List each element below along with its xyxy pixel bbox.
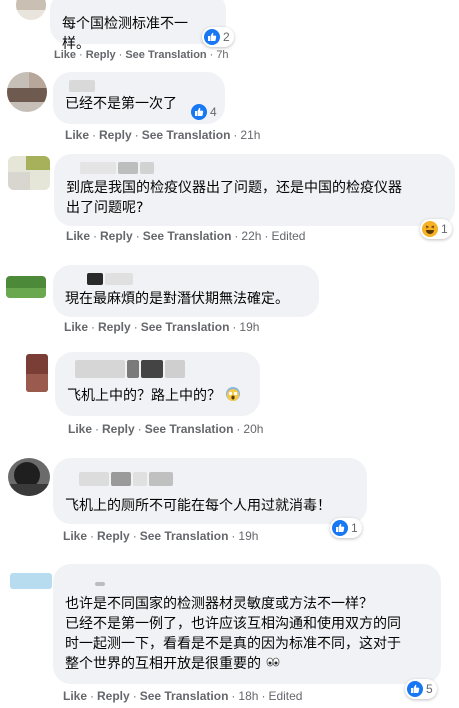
like-link[interactable]: Like [65, 128, 89, 142]
like-link[interactable]: Like [68, 422, 92, 436]
comment-bubble: 現在最麻煩的是對潛伏期無法確定。 [53, 265, 319, 317]
reply-link[interactable]: Reply [97, 689, 130, 703]
like-icon [332, 520, 348, 536]
commenter-name[interactable] [79, 472, 355, 492]
avatar[interactable] [26, 354, 48, 392]
see-translation-link[interactable]: See Translation [143, 229, 232, 243]
avatar[interactable] [10, 573, 52, 589]
reply-link[interactable]: Reply [97, 529, 130, 543]
reply-link[interactable]: Reply [100, 229, 133, 243]
reaction-count: 5 [426, 682, 433, 696]
reaction-badge[interactable]: 1 [420, 219, 452, 239]
timestamp[interactable]: 21h [240, 128, 260, 142]
see-translation-link[interactable]: See Translation [142, 128, 231, 142]
commenter-name[interactable] [95, 574, 429, 590]
avatar[interactable] [16, 0, 46, 20]
see-translation-link[interactable]: See Translation [140, 529, 229, 543]
reaction-count: 1 [351, 521, 358, 535]
comment-bubble: 每个国检测标准不一样。 [50, 0, 226, 52]
comment-text: 也许是不同国家的检测器材灵敏度或方法不一样？ 已经不是第一例了，也许应该互相沟通… [65, 594, 429, 674]
comment-text: 每个国检测标准不一样。 [62, 16, 188, 52]
comment-actions: Like · Reply · See Translation · 20h [68, 422, 264, 436]
commenter-name[interactable] [80, 162, 443, 174]
comment-actions: Like · Reply · See Translation · 22h · Edited [66, 229, 306, 243]
like-link[interactable]: Like [63, 689, 87, 703]
comment-text-content: 飞机上中的？路上中的？ [67, 388, 221, 404]
reaction-badge[interactable]: 5 [405, 679, 437, 699]
timestamp[interactable]: 18h [238, 689, 258, 703]
like-link[interactable]: Like [63, 529, 87, 543]
timestamp[interactable]: 19h [239, 320, 259, 334]
avatar[interactable] [8, 458, 50, 496]
like-icon [204, 29, 220, 45]
timestamp[interactable]: 19h [238, 529, 258, 543]
see-translation-link[interactable]: See Translation [141, 320, 230, 334]
comment-actions: Like · Reply · See Translation · 19h [64, 320, 260, 334]
reaction-count: 4 [210, 105, 217, 119]
reaction-badge[interactable]: 1 [330, 518, 362, 538]
like-link[interactable]: Like [66, 229, 90, 243]
see-translation-link[interactable]: See Translation [140, 689, 229, 703]
see-translation-link[interactable]: See Translation [125, 49, 206, 61]
comment-actions: Like · Reply · See Translation · 18h · Edited [63, 689, 303, 703]
comment-bubble: 飞机上的厕所不可能在每个人用过就消毒！ [53, 458, 367, 524]
eyes-icon [265, 654, 281, 670]
see-translation-link[interactable]: See Translation [145, 422, 234, 436]
edited-label[interactable]: Edited [271, 229, 305, 243]
comment-text: 飞机上中的？路上中的？ [67, 386, 248, 406]
timestamp[interactable]: 7h [216, 49, 228, 61]
haha-icon [422, 221, 438, 237]
comment-bubble: 到底是我国的检疫仪器出了问题，还是中国的检疫仪器 出了问题呢? [54, 154, 455, 226]
reaction-badge[interactable]: 2 [202, 27, 234, 47]
reply-link[interactable]: Reply [98, 320, 131, 334]
comment-actions: Like · Reply · See Translation · 7h [54, 49, 229, 61]
edited-label[interactable]: Edited [268, 689, 302, 703]
like-link[interactable]: Like [54, 49, 76, 61]
commenter-name[interactable] [87, 273, 307, 285]
commenter-name[interactable] [75, 360, 248, 382]
comment-text: 飞机上的厕所不可能在每个人用过就消毒！ [65, 498, 331, 514]
reaction-badge[interactable]: 4 [189, 102, 221, 122]
comment-text: 到底是我国的检疫仪器出了问题，还是中国的检疫仪器 出了问题呢? [66, 180, 402, 216]
avatar[interactable] [8, 156, 50, 190]
comment-text: 現在最麻煩的是對潛伏期無法確定。 [65, 291, 289, 307]
comment-actions: Like · Reply · See Translation · 21h [65, 128, 261, 142]
like-icon [191, 104, 207, 120]
commenter-name[interactable] [69, 80, 213, 92]
like-link[interactable]: Like [64, 320, 88, 334]
like-icon [407, 681, 423, 697]
avatar[interactable] [7, 72, 47, 112]
comment-bubble: 也许是不同国家的检测器材灵敏度或方法不一样？ 已经不是第一例了，也许应该互相沟通… [53, 564, 441, 684]
comment-bubble: 飞机上中的？路上中的？ [55, 352, 260, 416]
face-screaming-icon [225, 386, 241, 402]
reaction-count: 1 [441, 222, 448, 236]
avatar[interactable] [6, 276, 46, 298]
reply-link[interactable]: Reply [102, 422, 135, 436]
timestamp[interactable]: 20h [243, 422, 263, 436]
reply-link[interactable]: Reply [86, 49, 116, 61]
comment-text-content: 也许是不同国家的检测器材灵敏度或方法不一样？ 已经不是第一例了，也许应该互相沟通… [65, 596, 401, 672]
timestamp[interactable]: 22h [241, 229, 261, 243]
comment-actions: Like · Reply · See Translation · 19h [63, 529, 259, 543]
reaction-count: 2 [223, 30, 230, 44]
reply-link[interactable]: Reply [99, 128, 132, 142]
